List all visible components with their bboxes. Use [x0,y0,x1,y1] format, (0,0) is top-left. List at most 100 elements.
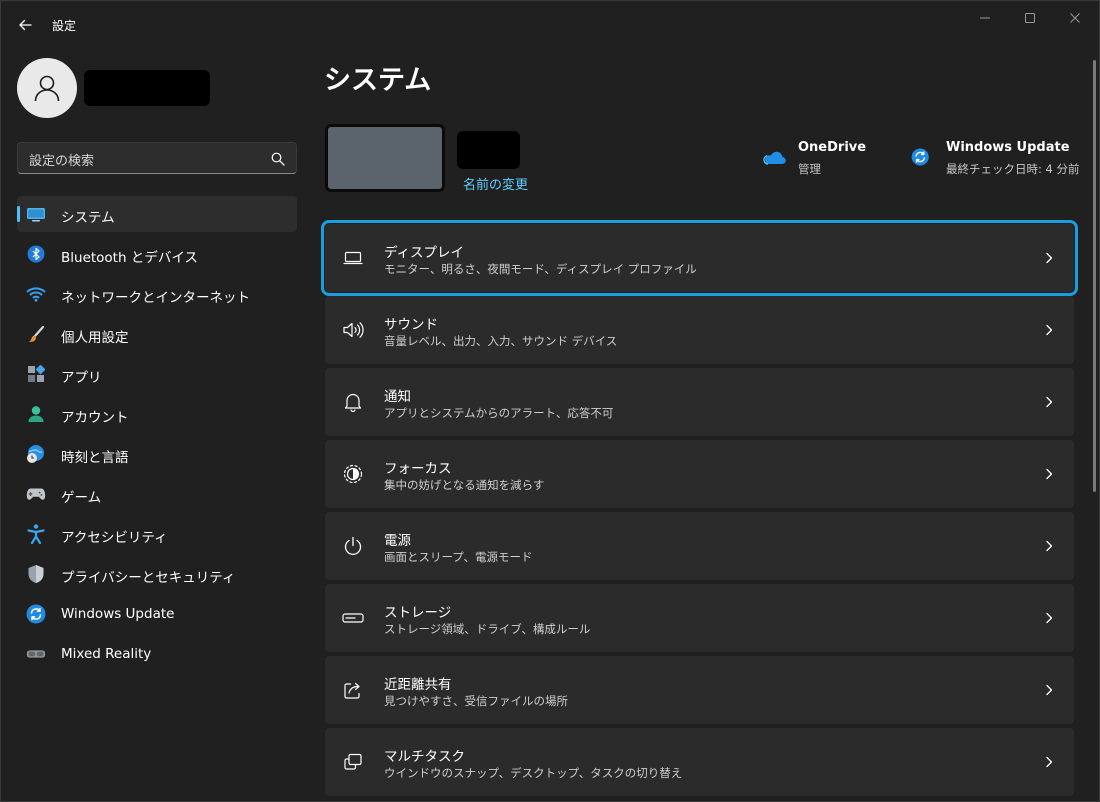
quick-link-title: Windows Update [946,140,1070,155]
card-title: 通知 [384,389,411,405]
card-title: マルチタスク [384,749,465,765]
sidebar-item-label: Windows Update [61,606,175,622]
card-multitasking[interactable]: マルチタスク ウインドウのスナップ、デスクトップ、タスクの切り替え [325,728,1074,796]
sidebar-item-label: 個人用設定 [61,330,129,346]
windows-update-icon [26,604,46,624]
card-storage[interactable]: ストレージ ストレージ領域、ドライブ、構成ルール [325,584,1074,652]
back-arrow-icon [19,19,32,31]
sidebar-item-label: 時刻と言語 [61,450,129,466]
card-subtitle: 画面とスリープ、電源モード [384,550,533,564]
card-display[interactable]: ディスプレイ モニター、明るさ、夜間モード、ディスプレイ プロファイル [321,220,1078,296]
close-icon [1070,13,1080,23]
sidebar-item-windows-update[interactable]: Windows Update [17,596,297,632]
sidebar-item-label: アプリ [61,370,102,386]
sidebar-item-label: アカウント [61,410,129,426]
chevron-right-icon [1046,252,1053,264]
back-button[interactable] [12,12,38,38]
chevron-right-icon [1046,612,1053,624]
sidebar-item-personalization[interactable]: 個人用設定 [17,316,297,352]
minimize-button[interactable] [963,4,1007,32]
sidebar-item-time-language[interactable]: 時刻と言語 [17,436,297,472]
close-button[interactable] [1053,4,1097,32]
sidebar-item-privacy-security[interactable]: プライバシーとセキュリティ [17,556,297,592]
sidebar-item-label: Bluetooth とデバイス [61,250,198,266]
chevron-right-icon [1046,396,1053,408]
bell-icon [342,391,364,413]
main-scrollbar[interactable] [1093,60,1096,492]
sidebar-item-system[interactable]: システム [17,196,297,232]
sidebar-item-accessibility[interactable]: アクセシビリティ [17,516,297,552]
card-power[interactable]: 電源 画面とスリープ、電源モード [325,512,1074,580]
chevron-right-icon [1046,468,1053,480]
title-bar: 設定 [0,0,1100,48]
sidebar-item-accounts[interactable]: アカウント [17,396,297,432]
focus-icon [342,463,364,485]
sidebar-item-label: ネットワークとインターネット [61,290,250,306]
maximize-button[interactable] [1008,4,1052,32]
search-icon [271,152,285,166]
display-icon [342,247,364,269]
sidebar-item-apps[interactable]: アプリ [17,356,297,392]
quick-link-title: OneDrive [798,140,867,155]
sidebar-item-label: プライバシーとセキュリティ [61,570,236,586]
sidebar-nav: システム Bluetooth とデバイス ネットワークとインターネット 個人用設… [17,196,297,676]
quick-link-subtitle: 最終チェック日時: 4 分前 [946,162,1080,176]
card-nearby-sharing[interactable]: 近距離共有 見つけやすさ、受信ファイルの場所 [325,656,1074,724]
card-title: フォーカス [384,461,452,477]
card-title: 電源 [384,533,411,549]
sidebar-item-gaming[interactable]: ゲーム [17,476,297,512]
card-notifications[interactable]: 通知 アプリとシステムからのアラート、応答不可 [325,368,1074,436]
sidebar-item-label: システム [61,210,115,226]
minimize-icon [980,17,990,19]
search-placeholder: 設定の検索 [29,154,95,169]
apps-icon [26,364,46,384]
multitask-icon [342,751,364,773]
system-display-icon [26,204,46,224]
card-subtitle: 集中の妨げとなる通知を減らす [384,478,545,492]
redacted-device-name [457,131,520,169]
power-icon [342,535,364,557]
active-indicator [17,206,20,222]
card-subtitle: ウインドウのスナップ、デスクトップ、タスクの切り替え [384,766,683,780]
maximize-icon [1025,13,1035,23]
card-focus[interactable]: フォーカス 集中の妨げとなる通知を減らす [325,440,1074,508]
speaker-icon [342,319,364,341]
accessibility-icon [26,524,46,544]
card-subtitle: 音量レベル、出力、入力、サウンド デバイス [384,334,618,348]
card-sound[interactable]: サウンド 音量レベル、出力、入力、サウンド デバイス [325,296,1074,364]
sidebar-item-label: アクセシビリティ [61,530,168,546]
sidebar-item-label: ゲーム [61,490,102,506]
sidebar-item-bluetooth[interactable]: Bluetooth とデバイス [17,236,297,272]
brush-icon [26,324,46,344]
settings-card-list: ディスプレイ モニター、明るさ、夜間モード、ディスプレイ プロファイル サウンド… [321,220,1078,800]
page-title: システム [324,65,432,96]
onedrive-cloud-icon [763,151,786,165]
card-subtitle: モニター、明るさ、夜間モード、ディスプレイ プロファイル [384,262,697,276]
card-title: ストレージ [384,605,452,621]
sidebar-item-network[interactable]: ネットワークとインターネット [17,276,297,312]
device-thumbnail [325,124,445,192]
user-icon [34,75,60,102]
storage-icon [342,607,364,629]
card-title: ディスプレイ [384,245,465,261]
avatar[interactable] [17,58,77,118]
card-title: 近距離共有 [384,677,452,693]
card-subtitle: 見つけやすさ、受信ファイルの場所 [384,694,568,708]
settings-search-input[interactable]: 設定の検索 [17,142,297,174]
windows-update-icon [911,148,929,166]
wifi-icon [26,284,46,304]
chevron-right-icon [1046,540,1053,552]
card-title: サウンド [384,317,438,333]
account-icon [26,404,46,424]
chevron-right-icon [1046,684,1053,696]
mixed-reality-icon [26,644,46,664]
rename-link[interactable]: 名前の変更 [463,174,528,193]
redacted-user-name [84,70,210,106]
sidebar-item-label: Mixed Reality [61,646,152,662]
bluetooth-icon [26,244,46,264]
sidebar-item-mixed-reality[interactable]: Mixed Reality [17,636,297,672]
share-icon [342,679,364,701]
quick-link-subtitle: 管理 [798,162,821,176]
card-subtitle: アプリとシステムからのアラート、応答不可 [384,406,614,420]
chevron-right-icon [1046,324,1053,336]
